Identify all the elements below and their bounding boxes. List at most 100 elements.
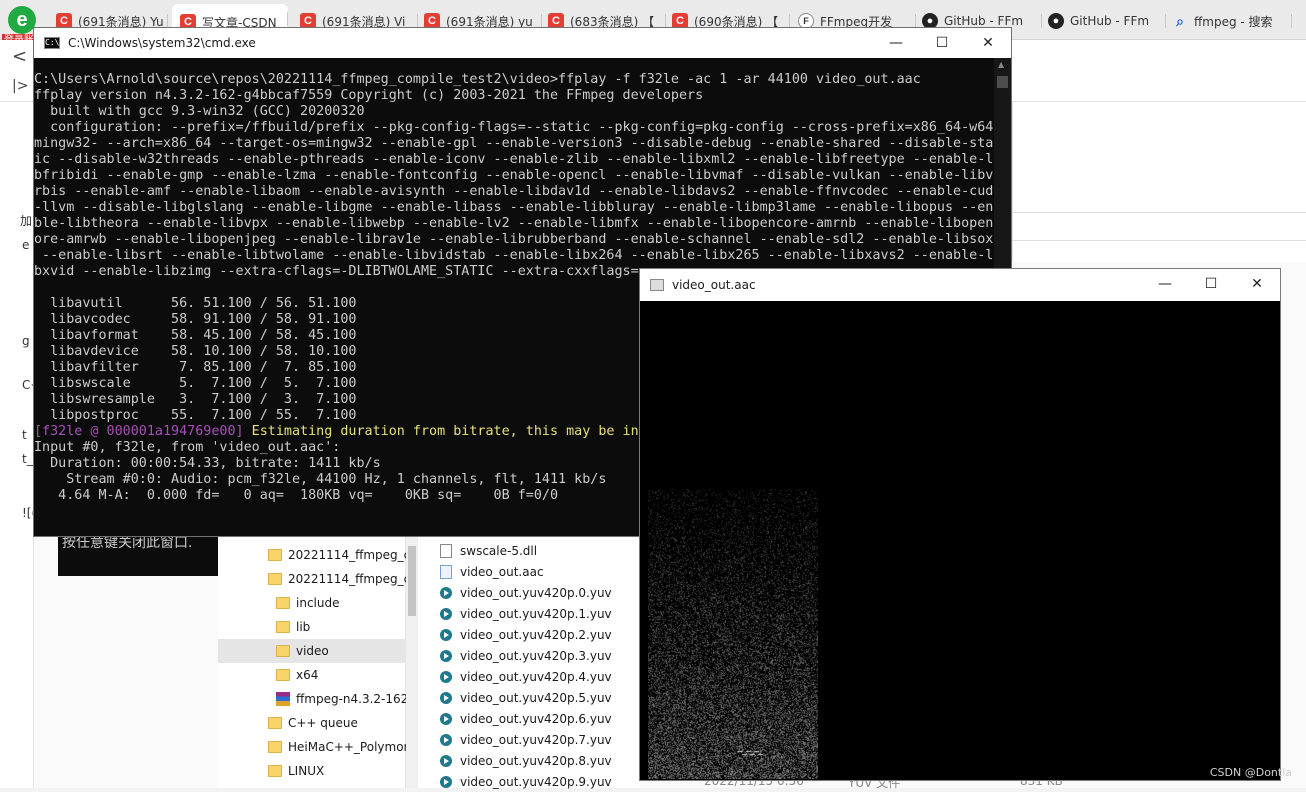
tree-item-label: lib [296, 620, 311, 634]
console-line: ic --disable-w32threads --enable-pthread… [34, 152, 994, 167]
tab-10[interactable]: ⌕ ffmpeg - 搜索 [1172, 6, 1292, 36]
file-row[interactable]: video_out.yuv420p.9.yuv [440, 771, 640, 792]
archive-icon [276, 692, 290, 706]
file-name: video_out.yuv420p.5.yuv [460, 690, 612, 705]
media-file-icon [440, 670, 452, 683]
editor-side-strip [0, 102, 34, 788]
tree-item[interactable]: video [218, 639, 406, 663]
file-row[interactable]: video_out.yuv420p.2.yuv [440, 624, 640, 645]
file-name: video_out.yuv420p.9.yuv [460, 774, 612, 789]
file-name: video_out.yuv420p.4.yuv [460, 669, 612, 684]
sidebar-toggle-button[interactable]: |> [12, 78, 28, 94]
tree-item[interactable]: HeiMaC++_Polymor [218, 735, 406, 759]
scroll-up-icon[interactable]: ▲ [998, 60, 1004, 69]
file-name: video_out.yuv420p.0.yuv [460, 585, 612, 600]
file-row[interactable]: video_out.yuv420p.6.yuv [440, 708, 640, 729]
ffplay-title-bar[interactable]: video_out.aac — ☐ ✕ [640, 269, 1280, 301]
console-line: C:\Users\Arnold\source\repos\20221114_ff… [34, 72, 921, 87]
github-icon: ● [1048, 13, 1064, 29]
tree-item[interactable]: lib [218, 615, 406, 639]
warning-text: Estimating duration from bitrate, this m… [243, 424, 647, 439]
csdn-watermark: CSDN @Dontla [1209, 766, 1292, 779]
back-button[interactable]: < [12, 46, 27, 67]
folder-icon [276, 621, 290, 633]
file-name: video_out.yuv420p.3.yuv [460, 648, 612, 663]
maximize-icon[interactable]: ☐ [919, 28, 965, 58]
tree-item[interactable]: ffmpeg-n4.3.2-162- [218, 687, 406, 711]
folder-icon [276, 645, 290, 657]
media-file-icon [440, 775, 452, 788]
close-icon[interactable]: ✕ [1234, 269, 1280, 299]
file-row[interactable]: video_out.yuv420p.5.yuv [440, 687, 640, 708]
file-name: video_out.aac [460, 564, 544, 579]
file-row[interactable]: video_out.yuv420p.3.yuv [440, 645, 640, 666]
cmd-title-bar[interactable]: C:\ C:\Windows\system32\cmd.exe — ☐ ✕ [34, 28, 1011, 58]
press-key-text: 按任意键关闭此窗口. [62, 535, 193, 551]
side-text: t [22, 428, 27, 442]
file-name: video_out.yuv420p.7.yuv [460, 732, 612, 747]
media-file-icon [440, 712, 452, 725]
tree-item[interactable]: x64 [218, 663, 406, 687]
file-list: swscale-5.dll video_out.aac video_out.yuv4… [440, 536, 640, 789]
dll-file-icon [440, 543, 452, 558]
console-line: bfribidi --enable-gmp --enable-lzma --en… [34, 168, 994, 183]
side-text: e [22, 238, 30, 252]
maximize-icon[interactable]: ☐ [1188, 269, 1234, 299]
tree-item[interactable]: 20221114_ffmpeg_co [218, 567, 406, 591]
scrollbar-thumb[interactable] [408, 546, 416, 616]
browser-logo-icon[interactable]: e [8, 6, 36, 34]
tree-item-label: video [296, 644, 329, 658]
close-icon[interactable]: ✕ [965, 28, 1011, 58]
folder-icon [268, 741, 282, 753]
console-line: rbis --enable-amf --enable-libaom --enab… [34, 184, 994, 199]
divider [1012, 212, 1306, 213]
tree-item[interactable]: include [218, 591, 406, 615]
tab-label: GitHub - FFm [944, 14, 1024, 28]
console-line: mingw32- --arch=x86_64 --target-os=mingw… [34, 136, 994, 151]
scrollbar-thumb[interactable] [997, 76, 1008, 88]
tree-scrollbar[interactable] [406, 536, 418, 788]
tree-item[interactable]: LINUX [218, 759, 406, 783]
folder-tree: 20221114_ffmpeg_co 20221114_ffmpeg_coincl… [218, 536, 406, 788]
file-row[interactable]: video_out.yuv420p.8.yuv [440, 750, 640, 771]
spectrogram-display [648, 489, 818, 779]
app-icon [650, 279, 664, 291]
file-name: video_out.yuv420p.2.yuv [460, 627, 612, 642]
ffplay-window[interactable]: video_out.aac — ☐ ✕ [639, 268, 1281, 781]
console-line: ble-libtheora --enable-libvpx --enable-l… [34, 216, 994, 231]
file-row[interactable]: video_out.aac [440, 561, 640, 582]
right-panel [1012, 102, 1306, 262]
folder-icon [268, 549, 282, 561]
file-row[interactable]: swscale-5.dll [440, 540, 640, 561]
file-row[interactable]: video_out.yuv420p.1.yuv [440, 603, 640, 624]
minimize-icon[interactable]: — [1142, 269, 1188, 299]
window-title: video_out.aac [672, 278, 756, 292]
side-text: t_ [22, 452, 33, 466]
minimize-icon[interactable]: — [873, 28, 919, 58]
tree-item-label: include [296, 596, 340, 610]
media-file-icon [440, 586, 452, 599]
file-explorer: 20221114_ffmpeg_co 20221114_ffmpeg_coincl… [218, 536, 640, 789]
tree-item[interactable]: 20221114_ffmpeg_co [218, 543, 406, 567]
audio-file-icon [440, 564, 452, 579]
media-file-icon [440, 754, 452, 767]
tree-item-label: x64 [296, 668, 319, 682]
tab-label: GitHub - FFm [1070, 14, 1150, 28]
window-controls: — ☐ ✕ [873, 28, 1011, 58]
file-row[interactable]: video_out.yuv420p.4.yuv [440, 666, 640, 687]
media-file-icon [440, 607, 452, 620]
tab-9[interactable]: ● GitHub - FFm [1048, 6, 1166, 36]
file-name: video_out.yuv420p.6.yuv [460, 711, 612, 726]
folder-icon [276, 669, 290, 681]
tree-item[interactable]: C++ queue [218, 711, 406, 735]
folder-icon [276, 597, 290, 609]
tree-item-label: LINUX [288, 764, 325, 778]
tab-label: ffmpeg - 搜索 [1194, 14, 1273, 29]
console-icon: C:\ [44, 37, 60, 49]
file-name: video_out.yuv420p.1.yuv [460, 606, 612, 621]
file-row[interactable]: video_out.yuv420p.7.yuv [440, 729, 640, 750]
window-title: C:\Windows\system32\cmd.exe [68, 36, 256, 50]
search-icon: ⌕ [1176, 12, 1184, 29]
file-row[interactable]: video_out.yuv420p.0.yuv [440, 582, 640, 603]
warning-tag: [f32le @ 000001a194769e00] [34, 424, 244, 439]
